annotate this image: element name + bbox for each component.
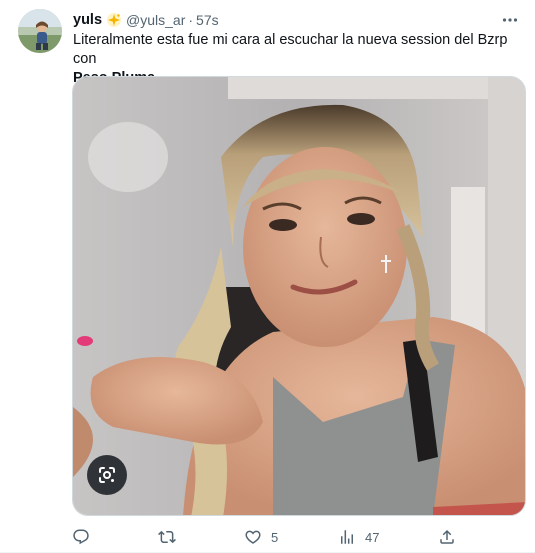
retweet-icon (158, 530, 176, 544)
reply-button[interactable] (72, 526, 99, 548)
avatar[interactable] (18, 9, 62, 53)
views-chart-icon (341, 530, 353, 544)
views-button[interactable]: 47 (338, 526, 379, 548)
like-button[interactable]: 5 (244, 526, 278, 548)
photo-image (73, 77, 525, 515)
share-button[interactable] (438, 526, 465, 548)
views-count: 47 (365, 529, 380, 545)
tweet-text-body: Literalmente esta fue mi cara al escucha… (73, 32, 508, 67)
share-icon (440, 529, 454, 544)
google-lens-icon[interactable] (87, 455, 127, 495)
tweet-actions: 5 47 (72, 526, 526, 548)
heart-icon (245, 530, 261, 544)
sparkle-badge-icon (106, 12, 122, 28)
retweet-button[interactable] (158, 526, 185, 548)
avatar-image (18, 9, 62, 53)
more-options-icon[interactable] (499, 10, 521, 30)
tweet-header: yuls @yuls_ar · 57s (73, 10, 521, 30)
tweet-photo[interactable] (72, 76, 526, 516)
user-handle[interactable]: @yuls_ar (126, 12, 185, 28)
reply-icon (73, 529, 89, 545)
separator-dot: · (188, 12, 194, 28)
display-name[interactable]: yuls (73, 12, 102, 28)
timestamp[interactable]: 57s (196, 12, 219, 28)
like-count: 5 (271, 529, 279, 545)
tweet-card[interactable]: yuls @yuls_ar · 57s Literalmente esta fu… (0, 0, 535, 553)
